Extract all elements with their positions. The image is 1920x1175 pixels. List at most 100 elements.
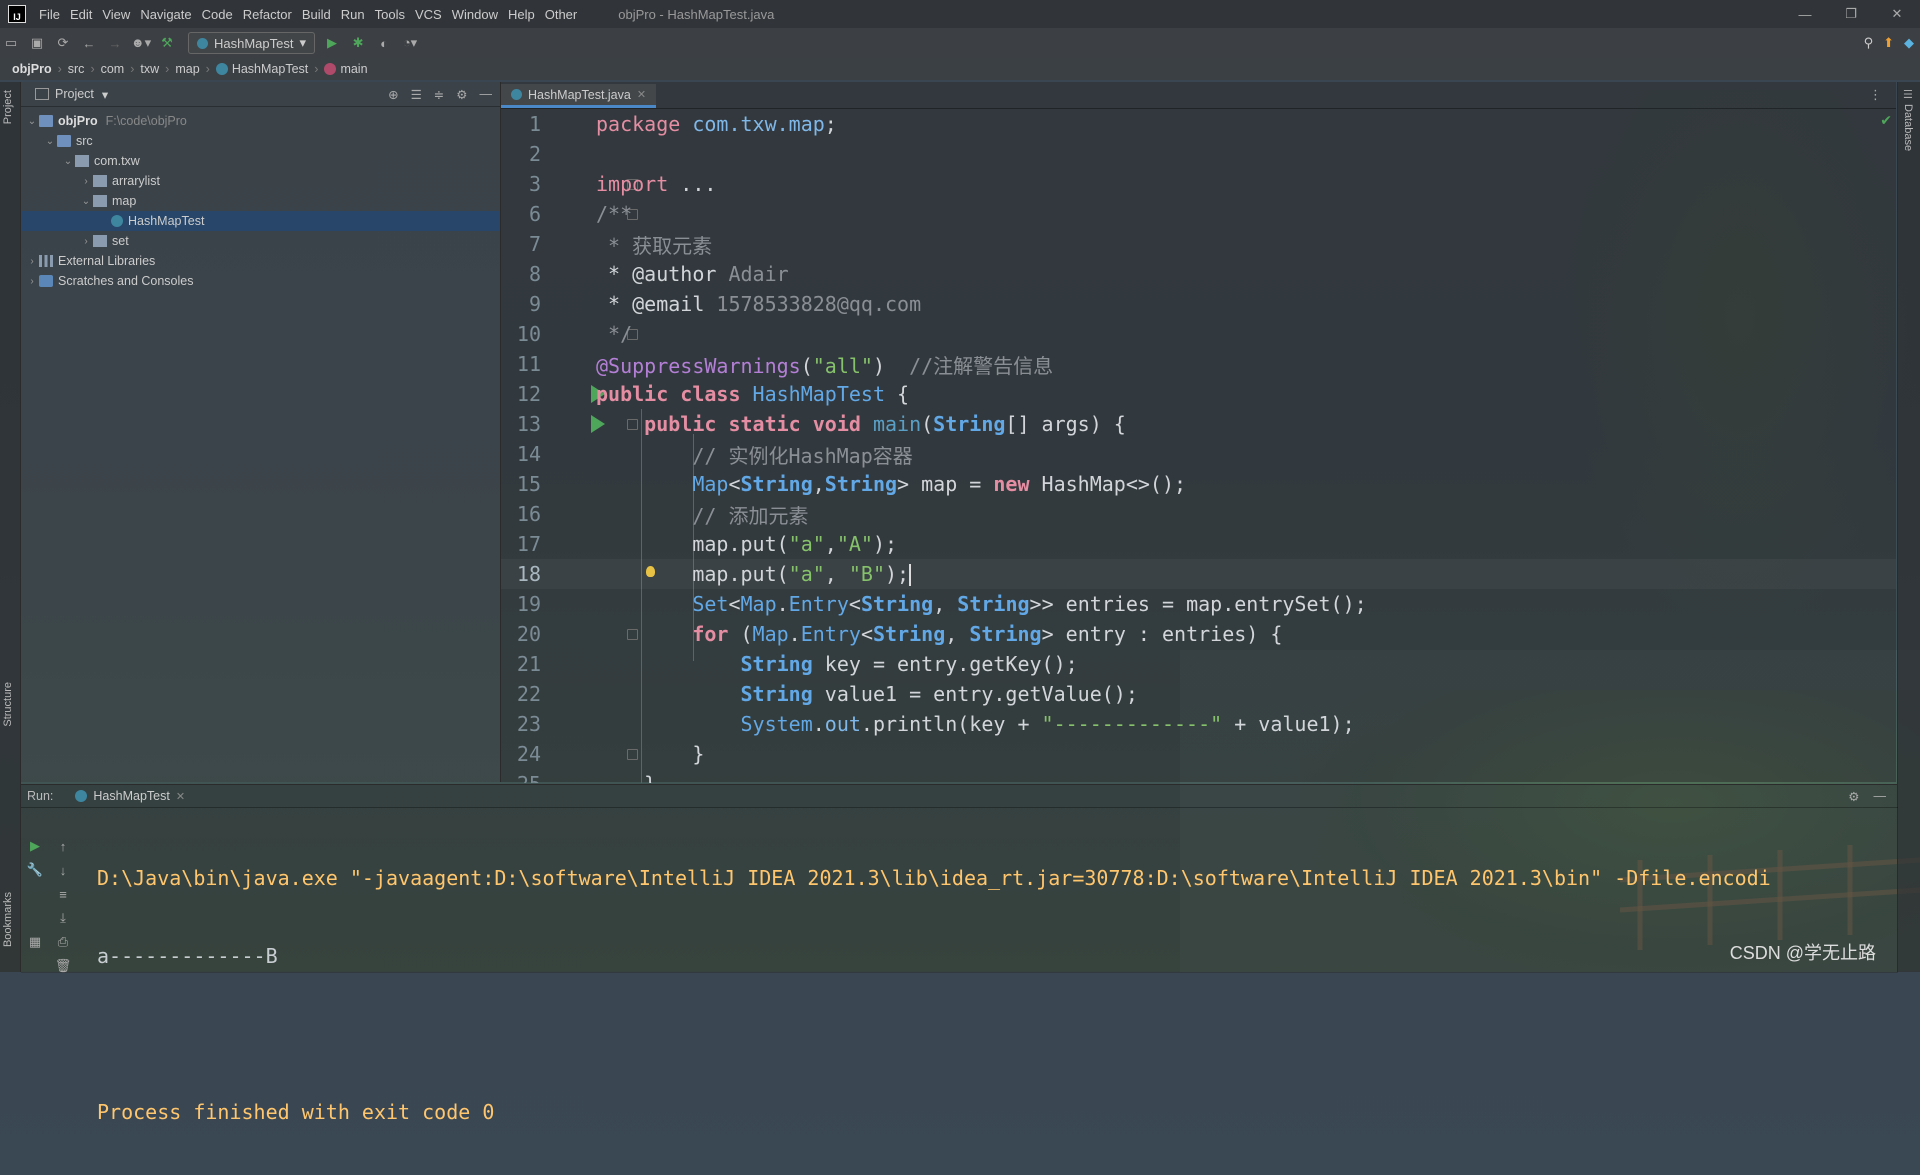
close-icon[interactable]: ✕ <box>1874 0 1920 28</box>
hide-icon[interactable]: — <box>1874 789 1887 804</box>
menu-edit[interactable]: Edit <box>70 7 92 22</box>
menu-help[interactable]: Help <box>508 7 535 22</box>
chevron-right-icon[interactable]: › <box>79 236 93 247</box>
breadcrumb-item[interactable]: txw <box>140 62 159 76</box>
project-panel-title[interactable]: Project <box>55 87 94 101</box>
database-tool-tab[interactable]: Database <box>1902 104 1914 151</box>
code-text: } <box>596 772 656 783</box>
tree-item-set[interactable]: › set <box>21 231 500 251</box>
chevron-down-icon[interactable]: ⌄ <box>25 116 39 127</box>
rerun-icon[interactable]: ▶ <box>25 836 45 856</box>
tree-item-path: F:\code\objPro <box>105 114 187 128</box>
profile-icon[interactable]: ◔▾ <box>399 33 421 53</box>
up-arrow-icon[interactable]: ↑ <box>53 836 73 856</box>
more-options-icon[interactable]: ⋮ <box>1869 87 1882 103</box>
run-configuration-select[interactable]: HashMapTest ▾ <box>188 32 316 54</box>
plugin-icon[interactable]: ◆ <box>1904 35 1914 51</box>
console-output[interactable]: D:\Java\bin\java.exe "-javaagent:D:\soft… <box>97 815 1897 1175</box>
chevron-down-icon[interactable]: ▾ <box>102 87 108 102</box>
chevron-down-icon[interactable]: ⌄ <box>79 196 93 207</box>
code-text: // 实例化HashMap容器 <box>692 443 913 468</box>
breadcrumb-item[interactable]: objPro <box>12 62 52 76</box>
close-tab-icon[interactable]: ✕ <box>176 790 185 803</box>
menu-other[interactable]: Other <box>545 7 578 22</box>
collapse-all-icon[interactable]: ≑ <box>434 87 444 102</box>
menu-refactor[interactable]: Refactor <box>243 7 292 22</box>
down-arrow-icon[interactable]: ↓ <box>53 860 73 880</box>
chevron-right-icon[interactable]: › <box>25 276 39 287</box>
structure-tool-tab[interactable]: Structure <box>2 682 14 727</box>
project-tool-tab[interactable]: Project <box>2 90 14 124</box>
hide-icon[interactable]: — <box>480 87 493 102</box>
tree-item-label: External Libraries <box>58 254 156 268</box>
menu-bar: IJ File Edit View Navigate Code Refactor… <box>0 0 1920 28</box>
menu-build[interactable]: Build <box>302 7 331 22</box>
tree-item-external-libraries[interactable]: › External Libraries <box>21 251 500 271</box>
tree-item-objpro[interactable]: ⌄ objPro F:\code\objPro <box>21 111 500 131</box>
locate-icon[interactable]: ⊕ <box>388 87 398 102</box>
line-number: 8 <box>528 262 541 286</box>
code-line: 22 String value1 = entry.getValue(); <box>501 679 1896 709</box>
breadcrumb-item[interactable]: map <box>175 62 199 76</box>
build-hammer-icon[interactable]: ⚒ <box>156 33 178 53</box>
breadcrumb-item[interactable]: com <box>101 62 125 76</box>
menu-window[interactable]: Window <box>452 7 498 22</box>
menu-file[interactable]: File <box>39 7 60 22</box>
editor-tab-hashmaptest[interactable]: HashMapTest.java ✕ <box>501 84 657 108</box>
gear-icon[interactable]: ⚙ <box>1848 789 1859 804</box>
code-text: @SuppressWarnings("all") //注解警告信息 <box>596 353 1054 378</box>
tree-item-arrarylist[interactable]: › arrarylist <box>21 171 500 191</box>
code-text: for (Map.Entry<String, String> entry : e… <box>692 622 1283 646</box>
forward-icon[interactable]: → <box>104 33 126 53</box>
package-icon <box>93 235 107 247</box>
scroll-to-end-icon[interactable]: ⤓ <box>53 908 73 928</box>
tree-item-hashmaptest[interactable]: HashMapTest <box>21 211 500 231</box>
trash-icon[interactable]: 🗑 <box>53 956 73 976</box>
gear-icon[interactable]: ⚙ <box>456 87 467 102</box>
run-anything-icon[interactable]: ☻▾ <box>130 33 152 53</box>
close-tab-icon[interactable]: ✕ <box>637 88 646 101</box>
minimize-icon[interactable]: — <box>1782 0 1828 28</box>
code-area[interactable]: 1 package com.txw.map; 2 3 import ... 6 … <box>501 109 1896 783</box>
menu-view[interactable]: View <box>102 7 130 22</box>
code-text: public static void main(String[] args) { <box>644 412 1126 436</box>
menu-run[interactable]: Run <box>341 7 365 22</box>
debug-icon[interactable]: ✱ <box>347 33 369 53</box>
menu-code[interactable]: Code <box>202 7 233 22</box>
print-icon[interactable]: ⎙ <box>53 932 73 952</box>
chevron-right-icon[interactable]: › <box>79 176 93 187</box>
code-line: 23 System.out.println(key + "-----------… <box>501 709 1896 739</box>
search-icon[interactable]: ⚲ <box>1864 35 1874 51</box>
run-icon[interactable]: ▶ <box>321 33 343 53</box>
expand-all-icon[interactable]: ☰ <box>411 87 422 102</box>
breadcrumb-item[interactable]: HashMapTest <box>232 62 308 76</box>
inspection-ok-icon[interactable]: ✔ <box>1880 112 1892 129</box>
tree-item-map[interactable]: ⌄ map <box>21 191 500 211</box>
bookmarks-tool-tab[interactable]: Bookmarks <box>2 892 14 947</box>
code-line: 7 * 获取元素 <box>501 229 1896 259</box>
soft-wrap-icon[interactable]: ≡ <box>53 884 73 904</box>
update-icon[interactable]: ⬆ <box>1883 35 1894 51</box>
chevron-down-icon[interactable]: ⌄ <box>61 156 75 167</box>
back-icon[interactable]: ← <box>78 33 100 53</box>
tree-item-com-txw[interactable]: ⌄ com.txw <box>21 151 500 171</box>
breadcrumb-item[interactable]: main <box>340 62 367 76</box>
coverage-icon[interactable]: ◐ <box>373 33 395 53</box>
sync-icon[interactable]: ⟳ <box>52 33 74 53</box>
run-tab[interactable]: HashMapTest ✕ <box>75 789 185 803</box>
chevron-down-icon[interactable]: ⌄ <box>43 136 57 147</box>
menu-navigate[interactable]: Navigate <box>140 7 191 22</box>
wrench-icon[interactable]: 🔧 <box>25 860 45 880</box>
tree-item-src[interactable]: ⌄ src <box>21 131 500 151</box>
code-text: // 添加元素 <box>692 503 809 528</box>
menu-tools[interactable]: Tools <box>375 7 405 22</box>
open-folder-icon[interactable]: ▭ <box>0 33 22 53</box>
breadcrumb-item[interactable]: src <box>68 62 85 76</box>
save-icon[interactable]: ▣ <box>26 33 48 53</box>
tree-item-scratches[interactable]: › Scratches and Consoles <box>21 271 500 291</box>
menu-vcs[interactable]: VCS <box>415 7 442 22</box>
restore-icon[interactable]: ❐ <box>1828 0 1874 28</box>
layout-icon[interactable]: ▦ <box>25 932 45 952</box>
breadcrumb: objPro › src › com › txw › map › HashMapTest ›… <box>0 58 1920 80</box>
chevron-right-icon[interactable]: › <box>25 256 39 267</box>
